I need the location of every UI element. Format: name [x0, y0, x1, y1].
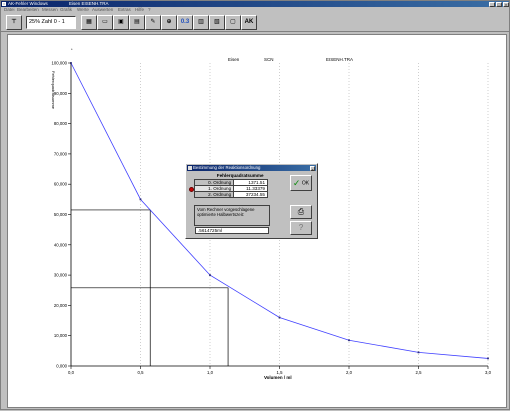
- table-row[interactable]: 2. Ordnung 37234.55: [193, 190, 268, 198]
- recommendation-text: Vom Rechner vorgeschlagene optimierte Ha…: [194, 205, 270, 226]
- plot-marker: *: [71, 47, 73, 52]
- pen-icon[interactable]: ✎: [145, 15, 161, 30]
- y-tick-label: 0,000: [56, 364, 67, 369]
- data-point: [348, 339, 350, 342]
- data-point: [487, 357, 489, 360]
- ok-label: OK: [301, 180, 310, 187]
- plot-header-mid: SCN: [264, 57, 274, 62]
- zoom-icon[interactable]: ⊕: [161, 15, 177, 30]
- dialog-close-icon[interactable]: ×: [310, 165, 315, 172]
- data-point: [139, 198, 142, 201]
- save-icon[interactable]: ▣: [113, 15, 129, 30]
- dialog-title-bar: Bestimmung der Reaktionsordnung ×: [187, 165, 316, 172]
- y-tick-label: 70,000: [54, 151, 68, 156]
- print-icon[interactable]: ▤: [129, 15, 145, 30]
- y-tick-label: 40,000: [54, 242, 68, 247]
- y-tick-label: 90,000: [54, 91, 68, 96]
- close-icon[interactable]: ×: [503, 1, 509, 7]
- y-tick-label: 20,000: [54, 303, 68, 308]
- x-axis-label: Volumen / ml: [264, 375, 292, 380]
- table-icon[interactable]: ▥: [193, 15, 209, 30]
- zahl-selector[interactable]: 25% Zahl 0 - 1: [26, 16, 76, 29]
- maximize-icon[interactable]: □: [496, 1, 502, 7]
- x-tick-label: 0,0: [68, 370, 75, 375]
- calc-icon[interactable]: ▦: [81, 15, 97, 30]
- y-tick-label: 60,000: [54, 182, 68, 187]
- order-label: 2. Ordnung: [193, 190, 235, 198]
- data-point: [278, 316, 281, 319]
- data-point: [209, 274, 211, 276]
- recommendation-value: .5614725ml: [195, 227, 269, 234]
- ok-button[interactable]: ✓ OK: [290, 175, 312, 191]
- x-tick-label: 2,5: [416, 370, 423, 375]
- y-tick-label: 100,000: [51, 61, 67, 66]
- data-point: [417, 351, 420, 354]
- toolbar: ⊤ 25% Zahl 0 - 1 ▦ ▭ ▣ ▤ ✎ ⊕ 0.3 ▥ ▧ ▢ A…: [1, 13, 509, 32]
- app-window: AK-Fehler Windows Eisen EISENH.TRA _ □ ×…: [0, 0, 510, 410]
- chart-icon[interactable]: ▧: [209, 15, 225, 30]
- badge-03[interactable]: 0.3: [177, 15, 193, 30]
- check-icon: ✓: [292, 178, 301, 188]
- help-icon[interactable]: ?: [290, 221, 312, 235]
- y-tick-label: 10,000: [54, 333, 68, 338]
- badge-ak[interactable]: AK: [241, 15, 257, 30]
- folder-icon[interactable]: ▭: [97, 15, 113, 30]
- zahl-label: Zahl 0 - 1: [41, 19, 65, 25]
- order-value: 37234.55: [233, 190, 268, 198]
- y-tick-label: 80,000: [54, 121, 68, 126]
- error-sum-table: Fehlerquadratsumme 0. Ordnung 1371.51 1.…: [193, 173, 268, 198]
- reaction-order-dialog: Bestimmung der Reaktionsordnung × Fehler…: [185, 163, 318, 239]
- dialog-title: Bestimmung der Reaktionsordnung: [193, 165, 261, 170]
- x-tick-label: 1,0: [207, 370, 214, 375]
- x-tick-label: 2,0: [346, 370, 353, 375]
- x-tick-label: 0,5: [138, 370, 145, 375]
- app-icon: [2, 2, 6, 6]
- y-tick-label: 30,000: [54, 273, 68, 278]
- minimize-icon[interactable]: _: [489, 1, 495, 7]
- x-tick-label: 3,0: [485, 370, 492, 375]
- dialog-app-icon: [188, 166, 192, 170]
- print-icon[interactable]: ⎙: [290, 205, 312, 219]
- guide-line: [71, 287, 229, 366]
- zahl-prefix: 25%: [29, 19, 41, 25]
- plot-header-right: EISENH.TRA: [326, 57, 353, 62]
- x-tick-label: 1,5: [277, 370, 284, 375]
- app-logo-icon[interactable]: ⊤: [6, 15, 22, 30]
- y-tick-label: 50,000: [54, 212, 68, 217]
- copy-icon[interactable]: ▢: [225, 15, 241, 30]
- plot-header-left: Eisen: [228, 57, 240, 62]
